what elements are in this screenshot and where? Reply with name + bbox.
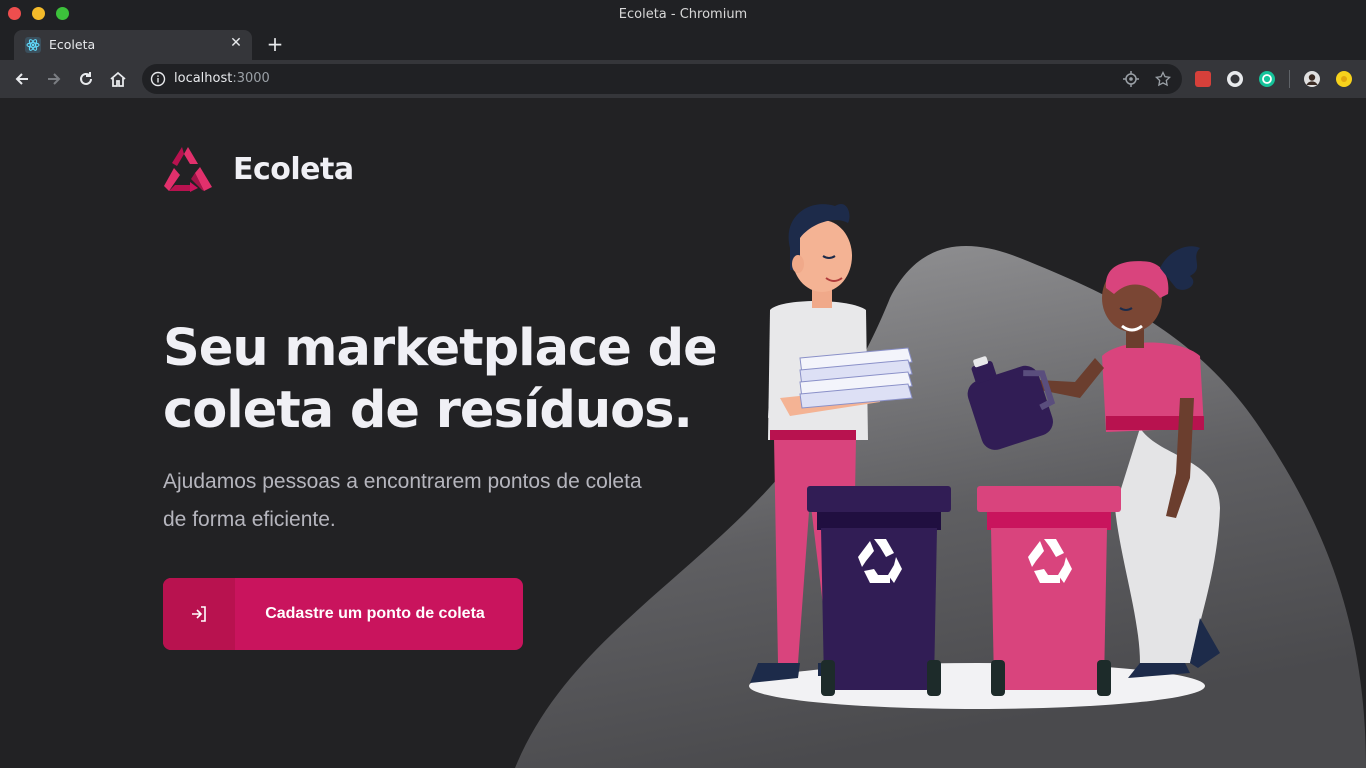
extension-red-icon[interactable] bbox=[1195, 71, 1211, 87]
tab-close-icon[interactable]: ✕ bbox=[228, 35, 244, 51]
brand-name: Ecoleta bbox=[233, 151, 354, 187]
window-titlebar: Ecoleta - Chromium bbox=[0, 0, 1366, 30]
reload-button[interactable] bbox=[74, 67, 98, 91]
window-title: Ecoleta - Chromium bbox=[618, 7, 748, 22]
forward-button[interactable] bbox=[42, 67, 66, 91]
home-icon bbox=[110, 71, 126, 87]
extension-yellow-icon[interactable] bbox=[1336, 71, 1352, 87]
star-icon[interactable] bbox=[1155, 71, 1171, 87]
address-bar[interactable]: localhost:3000 bbox=[142, 64, 1182, 94]
tab-strip: Ecoleta ✕ + bbox=[0, 30, 1366, 60]
browser-toolbar: localhost:3000 bbox=[0, 60, 1366, 98]
purple-recycling-bin bbox=[807, 486, 951, 696]
register-collection-point-button[interactable]: Cadastre um ponto de coleta bbox=[163, 578, 523, 650]
location-icon[interactable] bbox=[1123, 71, 1139, 87]
url-host: localhost bbox=[174, 71, 233, 86]
recycle-logo-icon bbox=[164, 147, 212, 192]
url-text: localhost:3000 bbox=[174, 71, 270, 86]
reload-icon bbox=[80, 72, 92, 85]
avatar[interactable] bbox=[1304, 71, 1320, 87]
back-button[interactable] bbox=[10, 67, 34, 91]
paper-stack bbox=[799, 347, 913, 409]
hero-illustration bbox=[515, 203, 1366, 768]
url-port: :3000 bbox=[232, 71, 270, 86]
toolbar-divider bbox=[1289, 70, 1290, 88]
login-icon bbox=[163, 578, 235, 650]
arrow-right-icon bbox=[48, 73, 61, 85]
info-icon[interactable] bbox=[150, 71, 166, 87]
register-button-label: Cadastre um ponto de coleta bbox=[265, 605, 485, 622]
grammarly-icon[interactable] bbox=[1259, 71, 1275, 87]
arrow-left-icon bbox=[15, 73, 28, 85]
new-tab-button[interactable]: + bbox=[264, 33, 286, 55]
brand-logo[interactable]: Ecoleta bbox=[163, 146, 354, 192]
tab-title: Ecoleta bbox=[49, 37, 96, 52]
hero-subheading-line-2: de forma eficiente. bbox=[163, 508, 336, 531]
pink-recycling-bin bbox=[977, 486, 1121, 696]
github-icon[interactable] bbox=[1227, 71, 1243, 87]
react-icon bbox=[25, 37, 41, 53]
tab-ecoleta[interactable]: Ecoleta ✕ bbox=[14, 30, 252, 60]
home-button[interactable] bbox=[106, 67, 130, 91]
